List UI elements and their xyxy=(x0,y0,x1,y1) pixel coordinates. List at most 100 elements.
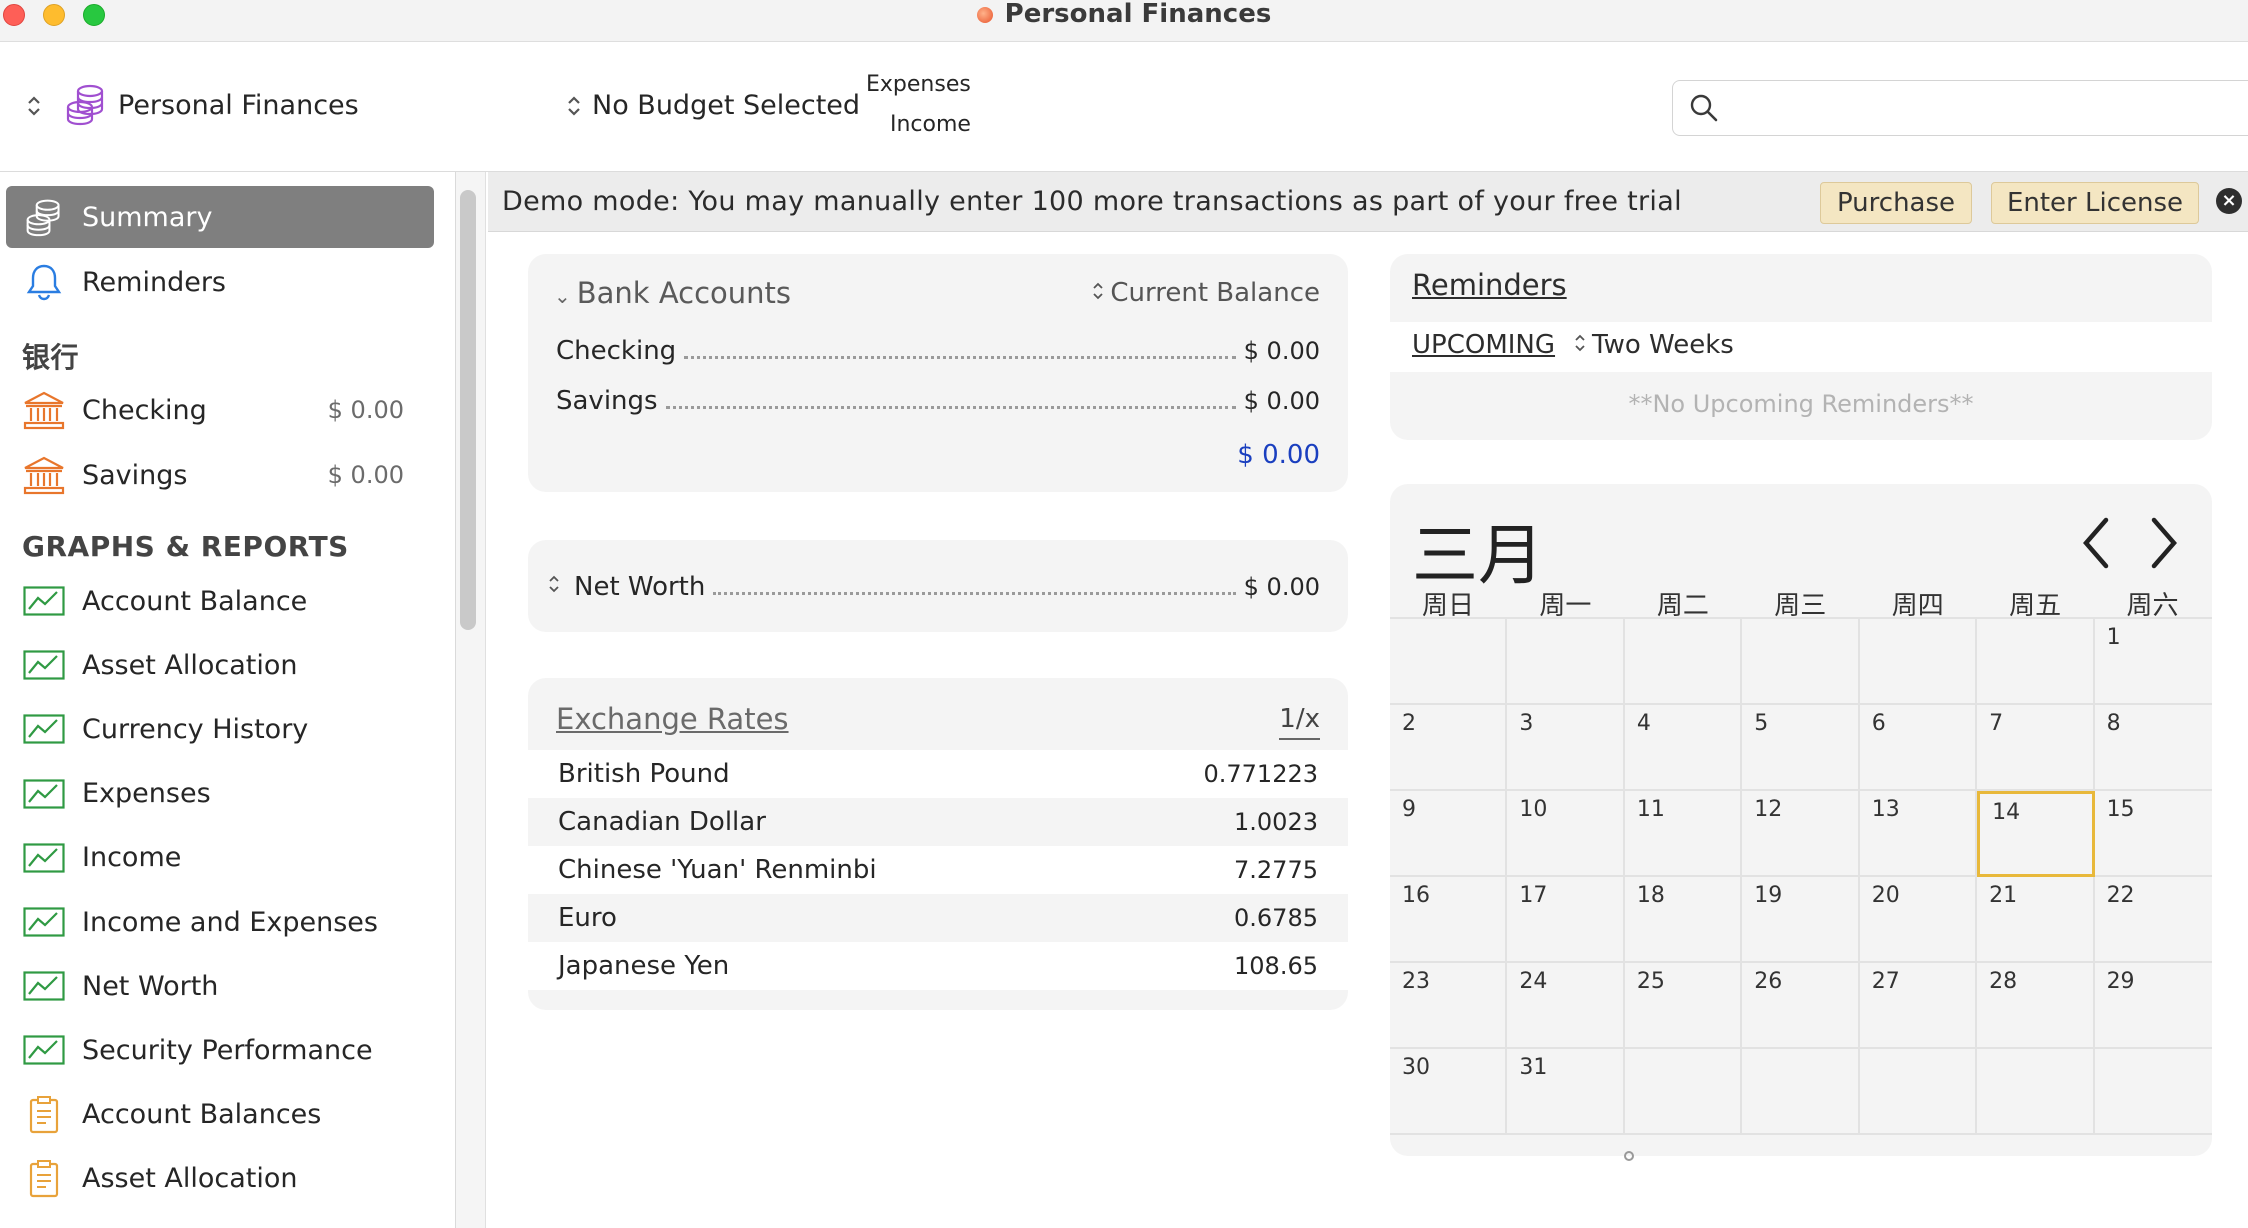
bank-total: $ 0.00 xyxy=(1237,440,1320,470)
calendar-day[interactable]: 14 xyxy=(1977,791,2095,877)
sidebar-item-checking[interactable]: Checking $ 0.00 xyxy=(6,379,434,441)
bank-accounts-title: Bank Accounts xyxy=(576,276,792,310)
reminders-title[interactable]: Reminders xyxy=(1412,268,1567,302)
file-switcher-chevron-icon[interactable] xyxy=(26,94,42,125)
sidebar-item-graph[interactable]: Income xyxy=(6,827,434,889)
calendar-day[interactable]: 23 xyxy=(1390,963,1508,1049)
chevron-down-icon: ⌄ xyxy=(554,284,571,308)
calendar-empty-cell xyxy=(1859,619,1978,705)
reciprocal-toggle[interactable]: 1/x xyxy=(1279,704,1320,740)
currency-rate: 1.0023 xyxy=(1234,808,1318,836)
sidebar-item-graph[interactable]: Asset Allocation xyxy=(6,634,434,696)
exchange-rate-row[interactable]: Chinese 'Yuan' Renminbi 7.2775 xyxy=(528,846,1348,894)
currency-name: Euro xyxy=(558,903,617,933)
coins-icon xyxy=(22,195,66,239)
sidebar-item-graph[interactable]: Security Performance xyxy=(6,1019,434,1081)
search-input[interactable] xyxy=(1727,89,2248,127)
bank-accounts-header[interactable]: ⌄ Bank Accounts xyxy=(554,276,791,310)
sidebar-item-graph[interactable]: Net Worth xyxy=(6,955,434,1017)
sidebar-item-graph[interactable]: Expenses xyxy=(6,763,434,825)
calendar-day[interactable]: 24 xyxy=(1507,963,1625,1049)
sidebar-item-label: Checking xyxy=(82,394,207,426)
exchange-rate-row[interactable]: Euro 0.6785 xyxy=(528,894,1348,942)
sidebar-item-graph[interactable]: Income and Expenses xyxy=(6,891,434,953)
calendar-day[interactable]: 11 xyxy=(1624,791,1743,877)
calendar-day[interactable]: 30 xyxy=(1390,1049,1508,1135)
sidebar-item-savings[interactable]: Savings $ 0.00 xyxy=(6,444,434,506)
calendar-day[interactable]: 16 xyxy=(1390,877,1508,963)
calendar-day[interactable]: 21 xyxy=(1977,877,2095,963)
currency-rate: 0.6785 xyxy=(1234,904,1318,932)
line-chart-icon xyxy=(22,1028,66,1072)
exchange-rate-row[interactable]: Japanese Yen 108.65 xyxy=(528,942,1348,990)
calendar-day[interactable]: 20 xyxy=(1859,877,1978,963)
calendar-day[interactable]: 28 xyxy=(1977,963,2095,1049)
calendar-empty-cell xyxy=(1624,1049,1743,1135)
sidebar-item-graph[interactable]: Currency History xyxy=(6,698,434,760)
exchange-rate-row[interactable]: British Pound 0.771223 xyxy=(528,750,1348,798)
bank-row-value: $ 0.00 xyxy=(1243,337,1320,365)
calendar-day[interactable]: 7 xyxy=(1977,705,2095,791)
calendar-day[interactable]: 4 xyxy=(1624,705,1743,791)
sidebar-item-reminders[interactable]: Reminders xyxy=(6,251,434,313)
calendar-day[interactable]: 26 xyxy=(1742,963,1860,1049)
net-worth-card: Net Worth $ 0.00 xyxy=(528,540,1348,632)
previous-month-button[interactable] xyxy=(2080,516,2114,574)
exchange-rate-row[interactable]: Canadian Dollar 1.0023 xyxy=(528,798,1348,846)
upcoming-tab[interactable]: UPCOMING xyxy=(1412,330,1555,360)
calendar-day[interactable]: 1 xyxy=(2094,619,2212,705)
line-chart-icon xyxy=(22,836,66,880)
next-month-button[interactable] xyxy=(2146,516,2180,574)
calendar-day[interactable]: 13 xyxy=(1859,791,1978,877)
bank-row-checking[interactable]: Checking $ 0.00 xyxy=(556,336,1320,366)
calendar-day[interactable]: 2 xyxy=(1390,705,1508,791)
search-field[interactable] xyxy=(1672,80,2248,136)
sidebar-scrollbar-thumb[interactable] xyxy=(460,190,476,630)
calendar-day[interactable]: 10 xyxy=(1507,791,1625,877)
calendar-day[interactable]: 5 xyxy=(1742,705,1860,791)
sidebar-item-report[interactable]: Asset Allocation xyxy=(6,1148,434,1210)
bank-row-savings[interactable]: Savings $ 0.00 xyxy=(556,386,1320,416)
reminders-filter-bar: UPCOMING Two Weeks xyxy=(1390,322,2212,372)
calendar-day[interactable]: 18 xyxy=(1624,877,1743,963)
calendar-day[interactable]: 15 xyxy=(2094,791,2212,877)
calendar-day[interactable]: 6 xyxy=(1859,705,1978,791)
currency-name: British Pound xyxy=(558,759,730,789)
balance-column-selector[interactable]: Current Balance xyxy=(1092,278,1320,308)
sidebar-item-label: Net Worth xyxy=(82,970,219,1002)
close-icon[interactable]: × xyxy=(2216,188,2242,214)
window-title: Personal Finances xyxy=(0,0,2248,28)
demo-message: Demo mode: You may manually enter 100 mo… xyxy=(502,186,1682,217)
calendar-day[interactable]: 9 xyxy=(1390,791,1508,877)
calendar-day[interactable]: 3 xyxy=(1507,705,1625,791)
enter-license-button[interactable]: Enter License xyxy=(1991,182,2199,224)
budget-selector[interactable]: No Budget Selected xyxy=(592,90,860,121)
net-worth-row[interactable]: Net Worth $ 0.00 xyxy=(574,572,1320,602)
calendar-day[interactable]: 22 xyxy=(2094,877,2212,963)
calendar-day[interactable]: 17 xyxy=(1507,877,1625,963)
reminder-range-selector[interactable]: Two Weeks xyxy=(1574,330,1734,360)
exchange-rates-title[interactable]: Exchange Rates xyxy=(556,702,789,736)
budget-chevron-icon[interactable] xyxy=(566,94,582,125)
income-label[interactable]: Income xyxy=(890,112,971,137)
file-name[interactable]: Personal Finances xyxy=(118,90,359,121)
app-icon xyxy=(976,7,993,23)
calendar-day[interactable]: 29 xyxy=(2094,963,2212,1049)
calendar-day[interactable]: 19 xyxy=(1742,877,1860,963)
calendar-day[interactable]: 31 xyxy=(1507,1049,1625,1135)
calendar-day[interactable]: 27 xyxy=(1859,963,1978,1049)
sidebar-item-graph[interactable]: Account Balance xyxy=(6,570,434,632)
expenses-label[interactable]: Expenses xyxy=(866,72,971,97)
bank-row-label: Checking xyxy=(556,336,677,366)
sidebar-item-report[interactable]: Account Balances xyxy=(6,1084,434,1146)
purchase-button[interactable]: Purchase xyxy=(1820,182,1972,224)
currency-rate: 7.2775 xyxy=(1234,856,1318,884)
calendar-day[interactable]: 12 xyxy=(1742,791,1860,877)
resize-handle[interactable] xyxy=(1624,1151,1634,1161)
sidebar-item-summary[interactable]: Summary xyxy=(6,186,434,248)
calendar-day[interactable]: 25 xyxy=(1624,963,1743,1049)
calendar-day[interactable]: 8 xyxy=(2094,705,2212,791)
sort-chevron-icon[interactable] xyxy=(548,574,560,594)
coins-icon xyxy=(64,82,108,126)
dot-leader xyxy=(713,577,1236,595)
